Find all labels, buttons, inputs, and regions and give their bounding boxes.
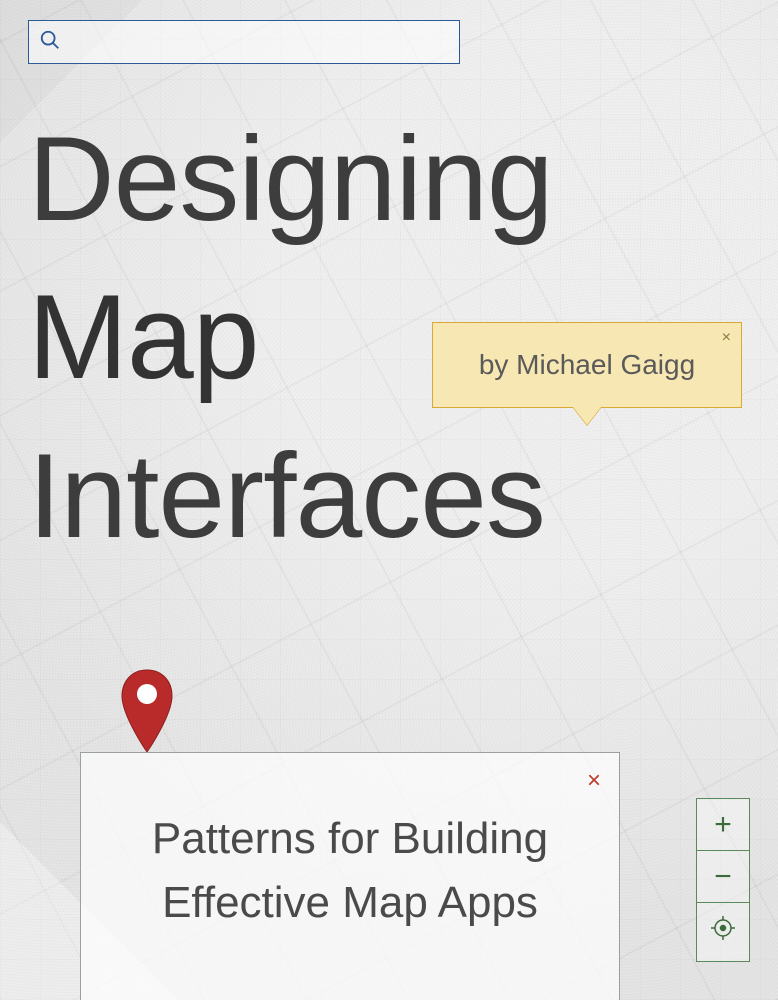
- title-line-1: Designing: [28, 100, 728, 258]
- locate-button[interactable]: [697, 903, 749, 961]
- zoom-in-button[interactable]: +: [697, 799, 749, 851]
- author-label: by Michael Gaigg: [479, 349, 695, 381]
- zoom-control: + −: [696, 798, 750, 962]
- map-pin-icon: [118, 666, 176, 758]
- crosshair-icon: [710, 915, 736, 949]
- author-callout: × by Michael Gaigg: [432, 322, 742, 408]
- title-line-3: Interfaces: [28, 417, 728, 575]
- callout-tail-icon: [573, 407, 601, 425]
- close-icon[interactable]: ×: [722, 329, 731, 347]
- subtitle-line-2: Effective Map Apps: [162, 878, 538, 927]
- subtitle-panel: × Patterns for Building Effective Map Ap…: [80, 752, 620, 1000]
- subtitle-text: Patterns for Building Effective Map Apps: [121, 807, 579, 935]
- search-icon: [39, 29, 61, 56]
- close-icon[interactable]: ×: [587, 767, 601, 795]
- search-input[interactable]: [69, 32, 459, 53]
- search-box[interactable]: [28, 20, 460, 64]
- zoom-out-button[interactable]: −: [697, 851, 749, 903]
- subtitle-line-1: Patterns for Building: [152, 814, 548, 863]
